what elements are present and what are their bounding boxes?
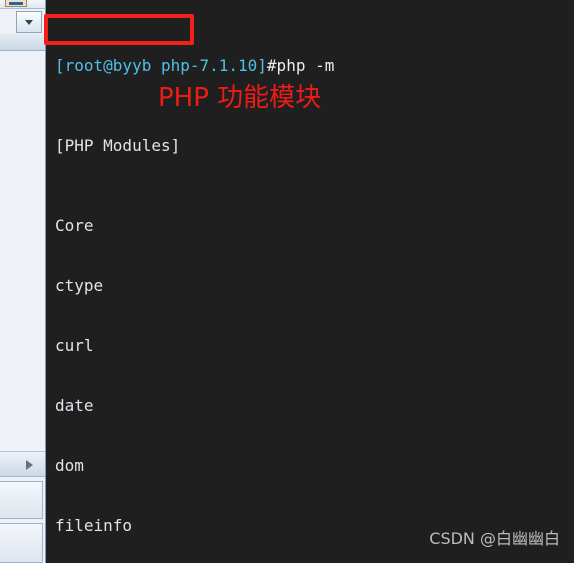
- module-list-item: curl: [55, 336, 94, 355]
- document-icon[interactable]: [5, 0, 27, 7]
- red-annotation-label: PHP 功能模块: [158, 83, 322, 113]
- module-list-item: ctype: [55, 276, 104, 295]
- module-list-item: date: [55, 396, 94, 415]
- module-list-item: dom: [55, 456, 84, 475]
- sidebar-panel-lower[interactable]: [0, 523, 43, 563]
- chevron-down-icon: [25, 20, 33, 25]
- sidebar-content-area: [0, 51, 45, 451]
- sidebar-header-band: [0, 34, 45, 51]
- terminal-prompt-line: [root@byyb php-7.1.10]#php -m: [55, 56, 334, 76]
- php-modules-header: [PHP Modules]: [55, 136, 181, 155]
- screenshot-root: [root@byyb php-7.1.10]#php -m [PHP Modul…: [0, 0, 574, 563]
- prompt-command: #php -m: [266, 56, 335, 75]
- csdn-watermark: CSDN @白幽幽白: [429, 529, 560, 548]
- module-list-item: fileinfo: [55, 516, 133, 535]
- sidebar-panel-upper[interactable]: [0, 481, 43, 519]
- module-list-item: Core: [55, 216, 94, 235]
- prompt-host-path: [root@byyb php-7.1.10]: [55, 56, 267, 75]
- play-triangle-icon: [26, 460, 33, 470]
- sidebar-toolbar-strip: [0, 0, 45, 9]
- sidebar-expander-bar[interactable]: [0, 451, 45, 477]
- sidebar-dropdown-button[interactable]: [16, 11, 42, 33]
- left-sidebar-panel: [0, 0, 46, 563]
